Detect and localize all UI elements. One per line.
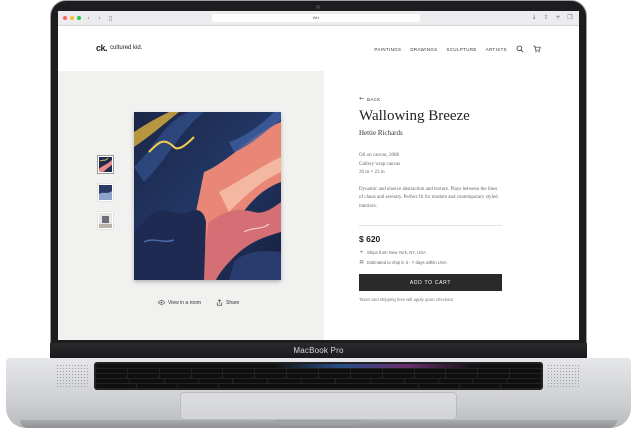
nav-sculpture[interactable]: SCULPTURE <box>447 47 477 52</box>
back-label: BACK <box>367 96 381 102</box>
touch-bar <box>96 364 541 368</box>
logo[interactable]: ck. cultured kid. <box>96 43 142 53</box>
cart-icon[interactable] <box>533 45 541 53</box>
main-nav: PAINTINGS DRAWINGS SCULPTURE ARTISTS <box>374 45 541 53</box>
forward-arrow-icon[interactable]: › <box>96 15 103 22</box>
nav-paintings[interactable]: PAINTINGS <box>374 47 401 52</box>
shipping-estimate-text: Estimated to ship in 3 - 7 days within U… <box>367 260 447 265</box>
gallery-actions: View in a room Share <box>158 299 239 306</box>
share-icon[interactable]: ⇪ <box>543 14 549 21</box>
nav-artists[interactable]: ARTISTS <box>486 47 507 52</box>
shipping-estimate: ▤ Estimated to ship in 3 - 7 days within… <box>359 260 447 265</box>
sidebar-icon[interactable]: ▯ <box>107 15 114 22</box>
zoom-window-button[interactable] <box>77 16 81 20</box>
download-icon[interactable]: ↓ <box>531 14 537 21</box>
thumbnail-artwork[interactable] <box>97 155 114 174</box>
back-arrow-icon[interactable]: ‹ <box>85 15 92 22</box>
arrow-left-icon: ← <box>359 95 365 102</box>
thumbnail-list <box>97 155 114 230</box>
webcam <box>316 5 320 9</box>
divider <box>359 225 502 226</box>
close-window-button[interactable] <box>63 16 67 20</box>
eye-icon <box>158 299 165 306</box>
site-header: ck. cultured kid. PAINTINGS DRAWINGS SCU… <box>58 26 579 71</box>
new-tab-icon[interactable]: + <box>555 14 561 21</box>
address-bar[interactable]: Wix <box>212 14 420 22</box>
spec-size: 26 in × 23 in <box>359 170 385 175</box>
share-icon <box>216 299 223 306</box>
product-title: Wallowing Breeze <box>359 108 470 124</box>
minimize-window-button[interactable] <box>70 16 74 20</box>
view-in-room-button[interactable]: View in a room <box>158 299 201 306</box>
product-price: $ 620 <box>359 234 381 244</box>
browser-toolbar: ‹ › ▯ Wix ↓ ⇪ + ❐ <box>58 11 579 26</box>
tabs-icon[interactable]: ❐ <box>567 14 573 21</box>
artist-name[interactable]: Hettie Richards <box>359 129 403 137</box>
right-speaker-grille <box>547 364 581 388</box>
back-link[interactable]: ← BACK <box>359 96 381 102</box>
laptop-screen: ‹ › ▯ Wix ↓ ⇪ + ❐ ck. cultured kid. PAIN… <box>58 11 579 340</box>
product-gallery: View in a room Share <box>58 71 324 340</box>
search-icon[interactable] <box>516 45 524 53</box>
location-pin-icon: ⌖ <box>360 250 363 255</box>
spec-canvas: Gallery wrap canvas <box>359 161 401 167</box>
thumbnail-detail[interactable] <box>97 183 114 202</box>
share-button[interactable]: Share <box>216 299 239 306</box>
share-label: Share <box>225 299 240 306</box>
keyboard <box>94 362 543 390</box>
taxes-note: Taxes and shipping fees will apply upon … <box>359 297 453 302</box>
nav-drawings[interactable]: DRAWINGS <box>410 47 437 52</box>
ships-from-text: Ships from New York, NY, USA <box>367 250 426 255</box>
logo-mark: ck. <box>96 43 108 53</box>
trackpad[interactable] <box>180 392 457 420</box>
logo-text: cultured kid. <box>110 45 143 51</box>
lid-notch <box>276 420 361 425</box>
add-to-cart-button[interactable]: ADD TO CART <box>359 274 502 291</box>
left-speaker-grille <box>56 364 90 388</box>
product-description: Dynamic and elusive abstraction and text… <box>359 187 498 209</box>
view-in-room-label: View in a room <box>168 299 201 306</box>
device-label: MacBook Pro <box>293 346 344 355</box>
calendar-icon: ▤ <box>359 260 364 265</box>
product-specs: Oil on canvas, 2008 Gallery wrap canvas … <box>359 152 400 178</box>
ships-from: ⌖ Ships from New York, NY, USA <box>359 250 426 255</box>
artwork-image[interactable] <box>134 112 281 280</box>
thumbnail-room[interactable] <box>97 211 114 230</box>
spec-medium: Oil on canvas, 2008 <box>359 153 399 158</box>
